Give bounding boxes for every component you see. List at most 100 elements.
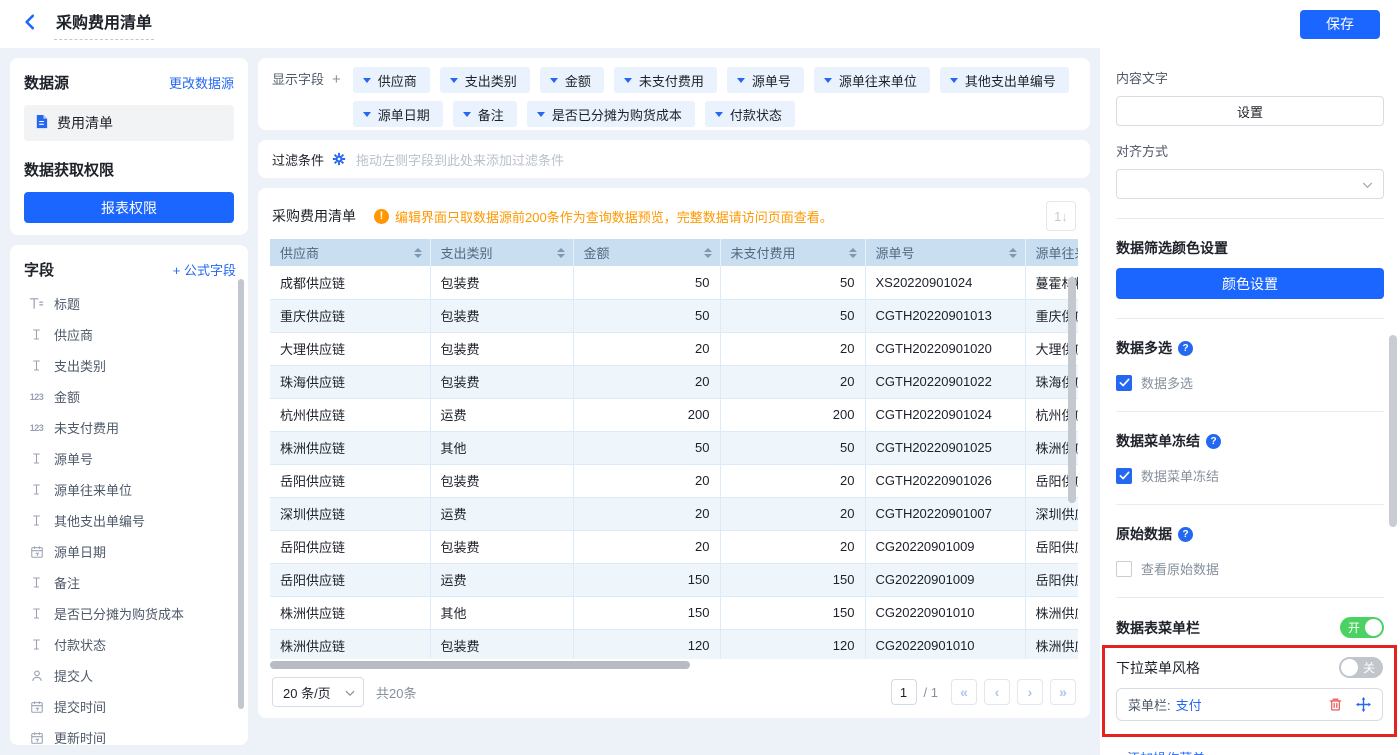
sort-arrows-icon[interactable] — [557, 248, 565, 258]
field-item[interactable]: 123未支付费用 — [24, 412, 236, 443]
table-cell: 20 — [573, 365, 720, 398]
freeze-checkbox-row[interactable]: 数据菜单冻结 — [1116, 466, 1384, 485]
menubar-toggle-on[interactable]: 开 — [1340, 617, 1384, 638]
field-item[interactable]: 备注 — [24, 567, 236, 598]
display-field-chip[interactable]: 未支付费用 — [614, 67, 717, 93]
question-icon[interactable]: ? — [1206, 434, 1221, 449]
checkbox-checked-icon[interactable] — [1116, 468, 1132, 484]
sort-arrows-icon[interactable] — [1009, 248, 1017, 258]
table-cell: CGTH20220901022 — [865, 365, 1025, 398]
add-action-menu-link[interactable]: + 添加操作菜单 — [1116, 748, 1384, 755]
field-item[interactable]: 付款状态 — [24, 629, 236, 660]
display-field-chip[interactable]: 是否已分摊为购货成本 — [527, 101, 695, 127]
raw-data-checkbox-row[interactable]: 查看原始数据 — [1116, 559, 1384, 578]
gear-icon[interactable] — [332, 152, 346, 166]
display-field-chip[interactable]: 付款状态 — [705, 101, 795, 127]
last-page-button[interactable]: » — [1050, 679, 1076, 705]
table-row[interactable]: 珠海供应链包装费2020CGTH20220901022珠海供应链 — [270, 365, 1078, 398]
field-item[interactable]: 提交时间 — [24, 691, 236, 722]
display-field-chip[interactable]: 金额 — [540, 67, 604, 93]
display-field-chip[interactable]: 源单日期 — [353, 101, 443, 127]
table-cell: 重庆供应链 — [270, 299, 430, 332]
table-row[interactable]: 岳阳供应链运费150150CG20220901009岳阳供应链 — [270, 563, 1078, 596]
column-header[interactable]: 源单号 — [865, 239, 1025, 266]
panel-scrollbar[interactable] — [1389, 335, 1397, 527]
question-icon[interactable]: ? — [1178, 527, 1193, 542]
checkbox-unchecked-icon[interactable] — [1116, 561, 1132, 577]
table-row[interactable]: 株洲供应链其他150150CG20220901010株洲供应链 — [270, 596, 1078, 629]
page-title[interactable]: 采购费用清单 — [54, 8, 154, 40]
table-cell: 50 — [720, 299, 865, 332]
field-item[interactable]: 标题 — [24, 288, 236, 319]
field-item[interactable]: 更新时间 — [24, 722, 236, 745]
column-header-label: 金额 — [584, 243, 610, 262]
datasource-item[interactable]: 费用清单 — [24, 105, 234, 141]
dropdown-style-toggle-off[interactable]: 关 — [1339, 657, 1383, 678]
table-card: 采购费用清单 ! 编辑界面只取数据源前200条作为查询数据预览，完整数据请访问页… — [258, 188, 1090, 718]
field-item[interactable]: 源单日期 — [24, 536, 236, 567]
sort-tool-button[interactable]: 1↓ — [1046, 201, 1076, 231]
back-button[interactable] — [20, 14, 40, 34]
trash-icon[interactable] — [1328, 697, 1343, 712]
field-item[interactable]: 提交人 — [24, 660, 236, 691]
total-count: 共20条 — [376, 683, 416, 702]
table-row[interactable]: 株洲供应链其他5050CGTH20220901025株洲供应链 — [270, 431, 1078, 464]
content-text-settings-button[interactable]: 设置 — [1116, 96, 1384, 126]
fields-scrollbar[interactable] — [238, 279, 244, 709]
table-row[interactable]: 杭州供应链运费200200CGTH20220901024杭州供应链 — [270, 398, 1078, 431]
table-row[interactable]: 重庆供应链包装费5050CGTH20220901013重庆供应链 — [270, 299, 1078, 332]
multi-select-checkbox-row[interactable]: 数据多选 — [1116, 373, 1384, 392]
table-row[interactable]: 成都供应链包装费5050XS20220901024蔓霍材料 — [270, 266, 1078, 299]
add-display-field-button[interactable]: + — [332, 67, 341, 93]
display-field-chip[interactable]: 供应商 — [353, 67, 430, 93]
checkbox-checked-icon[interactable] — [1116, 375, 1132, 391]
page-size-select[interactable]: 20 条/页 — [272, 677, 364, 707]
display-field-chip[interactable]: 支出类别 — [440, 67, 530, 93]
save-button[interactable]: 保存 — [1300, 10, 1380, 39]
display-field-chip[interactable]: 其他支出单编号 — [940, 67, 1069, 93]
table-vertical-scrollbar[interactable] — [1068, 277, 1076, 503]
field-item[interactable]: 是否已分摊为购货成本 — [24, 598, 236, 629]
table-horizontal-scrollbar[interactable] — [270, 661, 690, 669]
menu-item-value-link[interactable]: 支付 — [1176, 695, 1202, 714]
move-icon[interactable] — [1356, 697, 1371, 712]
table-row[interactable]: 岳阳供应链包装费2020CG20220901009岳阳供应链 — [270, 530, 1078, 563]
datasource-card: 数据源 更改数据源 费用清单 数据获取权限 报表权限 — [10, 58, 248, 235]
first-page-button[interactable]: « — [951, 679, 977, 705]
align-select[interactable] — [1116, 169, 1384, 199]
filter-placeholder[interactable]: 拖动左侧字段到此处来添加过滤条件 — [356, 150, 564, 169]
column-header[interactable]: 供应商 — [270, 239, 430, 266]
field-item[interactable]: 供应商 — [24, 319, 236, 350]
table-cell: 株洲供应链 — [1025, 629, 1078, 659]
change-datasource-link[interactable]: 更改数据源 — [169, 73, 234, 92]
column-header[interactable]: 未支付费用 — [720, 239, 865, 266]
table-row[interactable]: 深圳供应链运费2020CGTH20220901007深圳供应链 — [270, 497, 1078, 530]
table-row[interactable]: 株洲供应链包装费120120CG20220901010株洲供应链 — [270, 629, 1078, 659]
column-header[interactable]: 金额 — [573, 239, 720, 266]
display-field-chip[interactable]: 源单号 — [727, 67, 804, 93]
prev-page-button[interactable]: ‹ — [984, 679, 1010, 705]
table-row[interactable]: 大理供应链包装费2020CGTH20220901020大理供应链 — [270, 332, 1078, 365]
report-permission-button[interactable]: 报表权限 — [24, 192, 234, 223]
field-item[interactable]: 123金额 — [24, 381, 236, 412]
field-item[interactable]: 其他支出单编号 — [24, 505, 236, 536]
display-field-chip[interactable]: 源单往来单位 — [814, 67, 930, 93]
field-item[interactable]: 支出类别 — [24, 350, 236, 381]
column-header[interactable]: 支出类别 — [430, 239, 573, 266]
field-item[interactable]: 源单往来单位 — [24, 474, 236, 505]
column-header[interactable]: 源单往来单位 — [1025, 239, 1078, 266]
table-row[interactable]: 岳阳供应链包装费2020CGTH20220901026岳阳供应链 — [270, 464, 1078, 497]
field-item[interactable]: 源单号 — [24, 443, 236, 474]
sort-arrows-icon[interactable] — [414, 248, 422, 258]
formula-field-link[interactable]: + 公式字段 — [173, 260, 236, 279]
question-icon[interactable]: ? — [1178, 341, 1193, 356]
color-settings-button[interactable]: 颜色设置 — [1116, 268, 1384, 299]
next-page-button[interactable]: › — [1017, 679, 1043, 705]
chevron-down-icon — [550, 78, 558, 83]
sort-arrows-icon[interactable] — [849, 248, 857, 258]
sort-arrows-icon[interactable] — [704, 248, 712, 258]
display-field-chip[interactable]: 备注 — [453, 101, 517, 127]
current-page-box[interactable]: 1 — [891, 679, 917, 705]
table-cell: 包装费 — [430, 530, 573, 563]
display-field-chips: 供应商支出类别金额未支付费用源单号源单往来单位其他支出单编号源单日期备注是否已分… — [353, 67, 1076, 127]
